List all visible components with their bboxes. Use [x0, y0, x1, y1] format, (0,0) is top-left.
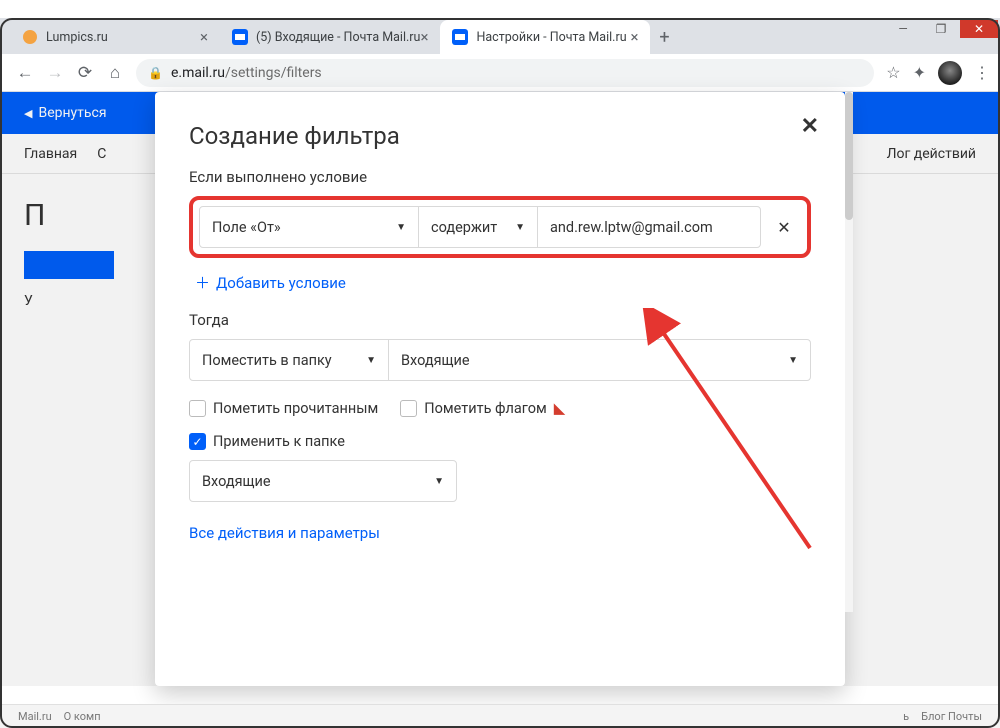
- menu-icon[interactable]: ⋮: [974, 63, 990, 82]
- condition-section-title: Если выполнено условие: [189, 168, 811, 186]
- omnibox[interactable]: 🔒 e.mail.ru/settings/filters: [136, 59, 874, 87]
- footer-link[interactable]: О комп: [64, 710, 101, 723]
- window-close-button[interactable]: ✕: [960, 20, 998, 38]
- star-icon[interactable]: ☆: [886, 63, 900, 82]
- forward-button[interactable]: →: [40, 58, 70, 88]
- url-host: e.mail.ru: [171, 65, 225, 81]
- lock-icon: 🔒: [148, 66, 163, 80]
- mark-read-checkbox[interactable]: Пометить прочитанным: [189, 400, 378, 417]
- action-folder-value: Входящие: [401, 352, 470, 369]
- favicon-lumpics: [22, 29, 38, 45]
- address-bar: ← → ⟳ ⌂ 🔒 e.mail.ru/settings/filters ☆ ✦…: [0, 54, 1000, 92]
- action-select[interactable]: Поместить в папку ▼: [189, 339, 389, 381]
- chevron-down-icon: ▼: [788, 355, 798, 366]
- url-path: /settings/filters: [225, 65, 322, 81]
- condition-row: Поле «От» ▼ содержит ▼ and.rew.lptw@gmai…: [189, 196, 811, 258]
- tab-settings[interactable]: Настройки - Почта Mail.ru ×: [440, 20, 650, 54]
- tab-label: (5) Входящие - Почта Mail.ru: [256, 30, 420, 45]
- action-row: Поместить в папку ▼ Входящие ▼: [189, 339, 811, 381]
- condition-op-select[interactable]: содержит ▼: [418, 206, 538, 248]
- mark-read-label: Пометить прочитанным: [213, 400, 378, 417]
- chevron-down-icon: ▼: [366, 355, 376, 366]
- new-tab-button[interactable]: +: [650, 27, 678, 54]
- reload-button[interactable]: ⟳: [70, 58, 100, 88]
- tab-lumpics[interactable]: Lumpics.ru ×: [10, 20, 220, 54]
- remove-condition-button[interactable]: ✕: [767, 206, 801, 248]
- action-folder-select[interactable]: Входящие ▼: [388, 339, 811, 381]
- close-icon[interactable]: ×: [630, 28, 638, 46]
- close-icon[interactable]: ×: [200, 28, 208, 46]
- all-actions-link[interactable]: Все действия и параметры: [189, 524, 380, 542]
- create-filter-modal: ✕ Создание фильтра Если выполнено услови…: [155, 92, 845, 686]
- checkbox-icon: [189, 400, 206, 417]
- condition-op-value: содержит: [431, 219, 497, 236]
- favicon-mailru: [232, 29, 248, 45]
- plus-icon: ＋: [195, 272, 210, 293]
- modal-scrollbar-thumb[interactable]: [845, 92, 853, 220]
- page-content: ◀ Вернуться Главная С Лог действий П У ✕…: [0, 92, 1000, 686]
- home-button[interactable]: ⌂: [100, 58, 130, 88]
- mark-flag-checkbox[interactable]: Пометить флагом ◣: [400, 399, 565, 417]
- window-maximize-button[interactable]: ❐: [922, 20, 960, 38]
- tab-bar: Lumpics.ru × (5) Входящие - Почта Mail.r…: [0, 18, 1000, 54]
- condition-field-value: Поле «От»: [212, 219, 281, 236]
- chevron-down-icon: ▼: [434, 476, 444, 487]
- tab-label: Lumpics.ru: [46, 30, 108, 45]
- extensions-icon[interactable]: ✦: [913, 63, 926, 82]
- back-button[interactable]: ←: [10, 58, 40, 88]
- action-select-value: Поместить в папку: [202, 352, 332, 369]
- page-footer: Mail.ru О комп ь Блог Почты: [0, 704, 1000, 728]
- checkbox-checked-icon: ✓: [189, 433, 206, 450]
- add-condition-button[interactable]: ＋ Добавить условие: [195, 272, 811, 293]
- modal-close-button[interactable]: ✕: [801, 114, 819, 139]
- then-section-title: Тогда: [189, 311, 811, 329]
- footer-link[interactable]: Mail.ru: [18, 710, 52, 723]
- checkbox-icon: [400, 400, 417, 417]
- chevron-down-icon: ▼: [515, 222, 525, 233]
- footer-link[interactable]: Блог Почты: [921, 710, 982, 723]
- footer-link[interactable]: ь: [903, 710, 909, 723]
- tab-inbox[interactable]: (5) Входящие - Почта Mail.ru ×: [220, 20, 440, 54]
- apply-folder-select[interactable]: Входящие ▼: [189, 460, 457, 502]
- profile-avatar[interactable]: [938, 61, 962, 85]
- apply-folder-checkbox[interactable]: ✓ Применить к папке: [189, 433, 811, 450]
- add-condition-label: Добавить условие: [216, 274, 346, 292]
- condition-value-text: and.rew.lptw@gmail.com: [550, 219, 713, 236]
- modal-title: Создание фильтра: [189, 122, 811, 150]
- apply-folder-value: Входящие: [202, 473, 271, 490]
- mark-flag-label: Пометить флагом: [424, 400, 546, 417]
- close-icon[interactable]: ×: [420, 28, 428, 46]
- tab-label: Настройки - Почта Mail.ru: [476, 30, 626, 45]
- apply-folder-label: Применить к папке: [213, 433, 345, 450]
- condition-value-input[interactable]: and.rew.lptw@gmail.com: [537, 206, 761, 248]
- chevron-down-icon: ▼: [396, 222, 406, 233]
- condition-field-select[interactable]: Поле «От» ▼: [199, 206, 419, 248]
- window-minimize-button[interactable]: —: [884, 20, 922, 38]
- flag-icon: ◣: [554, 399, 566, 417]
- favicon-mailru: [452, 29, 468, 45]
